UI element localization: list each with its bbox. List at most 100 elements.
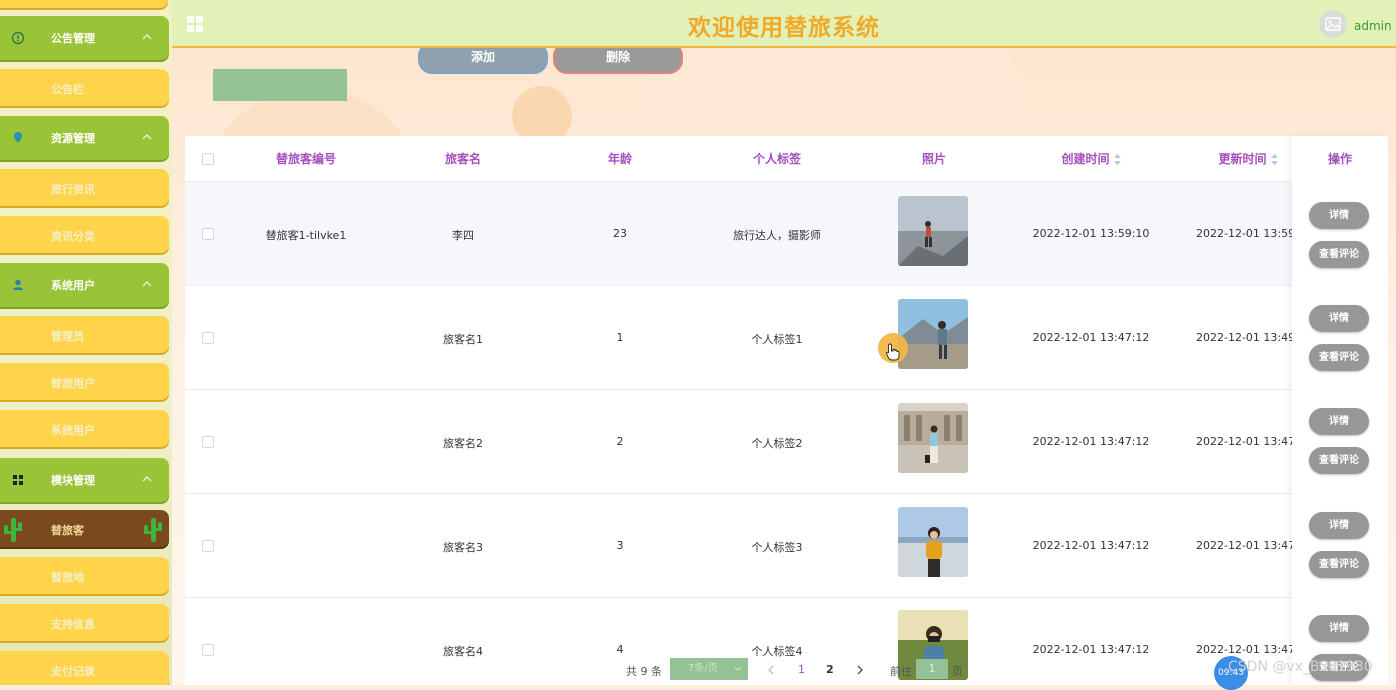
page-number-2[interactable]: 2	[826, 663, 834, 676]
grid-icon	[13, 475, 23, 485]
row-checkbox[interactable]	[202, 540, 214, 552]
chevron-up-icon	[142, 134, 152, 140]
cell-updated: 2022-12-01 13:47:12	[1196, 539, 1292, 552]
sidebar-group-resources[interactable]: 资源管理	[0, 116, 169, 160]
select-all-checkbox[interactable]	[202, 153, 214, 165]
row-checkbox[interactable]	[202, 644, 214, 656]
goto-label: 前往	[890, 665, 912, 678]
cell-name: 李四	[452, 229, 474, 242]
search-button[interactable]	[213, 69, 347, 101]
user-icon	[13, 279, 23, 290]
page-size-select[interactable]: 7条/页	[670, 658, 748, 680]
cell-updated: 2022-12-01 13:49:52	[1196, 331, 1292, 344]
detail-button[interactable]: 详情	[1309, 615, 1369, 642]
sidebar-item-travel-places[interactable]: 替旅地	[0, 557, 169, 594]
sidebar-item-travel-news[interactable]: 旅行资讯	[0, 169, 169, 206]
sidebar-item-support-info[interactable]: 支持信息	[0, 604, 169, 641]
sidebar-item-news-category[interactable]: 资讯分类	[0, 216, 169, 253]
photo-thumbnail[interactable]	[898, 196, 968, 266]
view-comments-button[interactable]: 查看评论	[1309, 241, 1369, 268]
cell-created: 2022-12-01 13:59:10	[1032, 227, 1150, 240]
column-header-label: 更新时间	[1218, 152, 1267, 166]
sidebar-group-modules[interactable]: 模块管理	[0, 458, 169, 502]
cactus-icon	[4, 518, 22, 542]
cell-created: 2022-12-01 13:47:12	[1032, 435, 1150, 448]
cell-name: 旅客名4	[443, 645, 483, 658]
table-row[interactable]: 旅客名1 1 个人标签1 2022-12-01 13:47:12 2022-12…	[185, 286, 1292, 390]
sidebar-item-admin[interactable]: 管理员	[0, 316, 169, 353]
view-comments-button[interactable]: 查看评论	[1309, 344, 1369, 371]
page-size-value: 7条/页	[688, 663, 718, 674]
sidebar-item-label: 管理员	[51, 330, 84, 343]
detail-button[interactable]: 详情	[1309, 512, 1369, 539]
view-comments-button[interactable]: 查看评论	[1309, 447, 1369, 474]
avatar[interactable]	[1319, 10, 1347, 38]
table-row[interactable]: 旅客名3 3 个人标签3 2022-12-01 13:47:12 2022-12…	[185, 494, 1292, 598]
main-content: 添加 删除 替旅客编号 旅客名 年龄 个人标签 照片 创建时间 更新时间 替旅客…	[172, 48, 1396, 685]
delete-button[interactable]: 删除	[553, 48, 683, 74]
detail-button[interactable]: 详情	[1309, 408, 1369, 435]
image-icon	[1325, 17, 1341, 31]
cell-age: 4	[616, 643, 624, 656]
sidebar-group-system-users[interactable]: 系统用户	[0, 263, 169, 307]
sidebar-item-travel-users[interactable]: 替旅用户	[0, 363, 169, 400]
cell-updated: 2022-12-01 13:47:12	[1196, 435, 1292, 448]
add-button[interactable]: 添加	[418, 48, 548, 74]
top-header: 欢迎使用替旅系统 admin	[172, 0, 1396, 48]
chevron-left-icon[interactable]	[767, 665, 775, 675]
view-comments-button[interactable]: 查看评论	[1309, 551, 1369, 578]
table-row[interactable]: 旅客名2 2 个人标签2 2022-12-01 13:47:12 2022-12…	[185, 390, 1292, 494]
sidebar-item-label: 替旅地	[51, 571, 84, 584]
sidebar-item-label: 支付记录	[51, 665, 95, 678]
column-header-id: 替旅客编号	[275, 152, 336, 166]
cactus-icon	[144, 518, 162, 542]
sidebar-group-label: 公告管理	[51, 32, 95, 45]
sidebar-item-label: 替旅客	[51, 524, 84, 537]
sidebar-group-label: 模块管理	[51, 474, 95, 487]
photo-thumbnail[interactable]	[898, 403, 968, 473]
cell-tag: 个人标签2	[751, 437, 803, 450]
chevron-up-icon	[142, 281, 152, 287]
sidebar-group-announcements[interactable]: 公告管理	[0, 16, 169, 60]
hand-cursor-icon	[886, 343, 900, 361]
column-header-label: 创建时间	[1061, 152, 1110, 166]
sidebar-group-label: 系统用户	[51, 279, 95, 292]
sort-icon[interactable]	[1113, 154, 1121, 165]
photo-thumbnail[interactable]	[898, 507, 968, 577]
page-number-1[interactable]: 1	[798, 663, 805, 676]
detail-button[interactable]: 详情	[1309, 305, 1369, 332]
username[interactable]: admin	[1354, 19, 1392, 33]
sidebar-item-label: 资讯分类	[51, 230, 95, 243]
table-row[interactable]: 替旅客1-tilvke1 李四 23 旅行达人，摄影师 2022-12-01 1…	[185, 182, 1292, 286]
chevron-right-icon[interactable]	[856, 665, 864, 675]
sidebar-item-label: 旅行资讯	[51, 183, 95, 196]
sidebar-item-announcement-board[interactable]: 公告栏	[0, 69, 169, 106]
cell-created: 2022-12-01 13:47:12	[1032, 331, 1150, 344]
sort-icon[interactable]	[1270, 154, 1278, 165]
column-header-age: 年龄	[607, 152, 632, 166]
photo-thumbnail[interactable]	[898, 299, 968, 369]
travelers-table: 替旅客编号 旅客名 年龄 个人标签 照片 创建时间 更新时间 替旅客1-tilv…	[185, 136, 1388, 685]
chevron-up-icon	[142, 34, 152, 40]
row-checkbox[interactable]	[202, 228, 214, 240]
goto-suffix: 页	[952, 665, 963, 678]
row-checkbox[interactable]	[202, 332, 214, 344]
info-circle-icon	[11, 31, 25, 45]
sidebar-item-system-users[interactable]: 系统用户	[0, 410, 169, 447]
cell-id: 替旅客1-tilvke1	[265, 229, 347, 242]
sidebar-item-hidden[interactable]	[0, 0, 168, 8]
column-header-created[interactable]: 创建时间	[1015, 150, 1167, 167]
cell-updated: 2022-12-01 13:59:10	[1196, 227, 1292, 240]
page-title: 欢迎使用替旅系统	[688, 15, 880, 41]
map-pin-icon	[13, 132, 23, 143]
pagination: 共 9 条 7条/页 1 2 前往 1 页	[172, 658, 1396, 682]
sidebar-item-payment-records[interactable]: 支付记录	[0, 651, 169, 685]
goto-page-input[interactable]: 1	[916, 659, 948, 679]
sidebar-item-travelers[interactable]: 替旅客	[0, 510, 169, 547]
cell-tag: 个人标签1	[751, 333, 803, 346]
cell-age: 1	[616, 331, 624, 344]
detail-button[interactable]: 详情	[1309, 202, 1369, 229]
cell-name: 旅客名3	[443, 541, 483, 554]
column-header-tag: 个人标签	[752, 152, 801, 166]
row-checkbox[interactable]	[202, 436, 214, 448]
